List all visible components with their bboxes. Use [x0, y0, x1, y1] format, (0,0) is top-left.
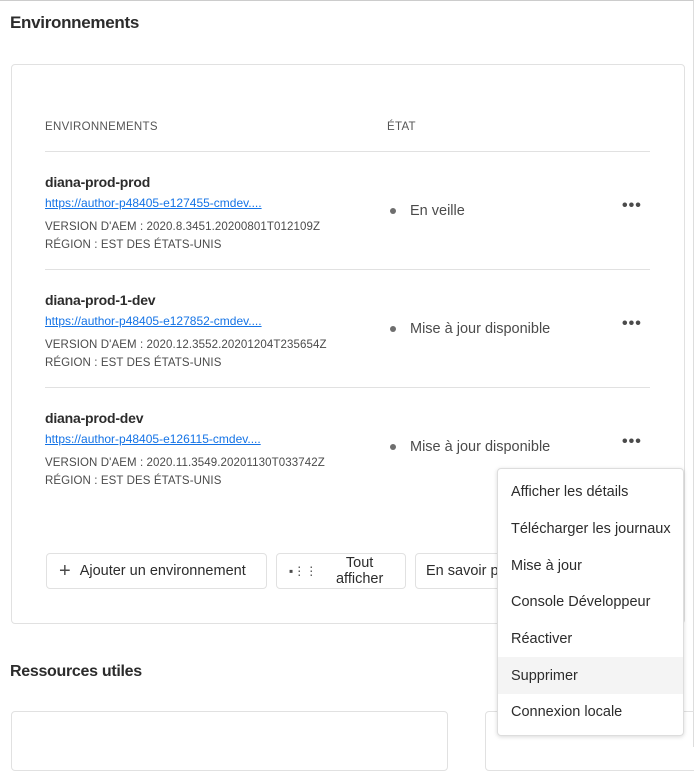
show-all-label: Tout afficher — [335, 555, 384, 587]
menu-item[interactable]: Supprimer — [498, 657, 683, 695]
status-dot-icon — [390, 208, 396, 214]
more-actions-icon[interactable]: ••• — [622, 315, 642, 333]
page-title: Environnements — [10, 13, 139, 32]
more-actions-icon[interactable]: ••• — [622, 433, 642, 451]
menu-item[interactable]: Télécharger les journaux — [498, 511, 683, 548]
aem-version: VERSION D'AEM : 2020.11.3549.20201130T03… — [45, 457, 325, 469]
plus-icon: + — [59, 559, 71, 582]
region: RÉGION : EST DES ÉTATS-UNIS — [45, 475, 222, 487]
region: RÉGION : EST DES ÉTATS-UNIS — [45, 357, 222, 369]
environment-url-link[interactable]: https://author-p48405-e127455-cmdev.... — [45, 196, 262, 210]
environment-name: diana-prod-prod — [45, 174, 151, 190]
menu-item[interactable]: Connexion locale — [498, 694, 683, 731]
environment-actions-menu: Afficher les détails Télécharger les jour… — [497, 468, 684, 736]
menu-item[interactable]: Afficher les détails — [498, 474, 683, 511]
status-label: Mise à jour disponible — [410, 439, 551, 455]
learn-more-label: En savoir p — [426, 563, 499, 579]
status-label: Mise à jour disponible — [410, 321, 551, 337]
column-header-environments: ENVIRONNEMENTS — [45, 121, 158, 133]
environment-row: diana-prod-prod https://author-p48405-e1… — [45, 151, 650, 269]
menu-item[interactable]: Console Développeur — [498, 584, 683, 621]
menu-item[interactable]: Mise à jour — [498, 547, 683, 584]
environment-url-link[interactable]: https://author-p48405-e127852-cmdev.... — [45, 314, 262, 328]
environment-row: diana-prod-1-dev https://author-p48405-e… — [45, 269, 650, 387]
menu-item[interactable]: Réactiver — [498, 621, 683, 658]
add-environment-label: Ajouter un environnement — [79, 563, 246, 579]
status-label: En veille — [410, 203, 465, 219]
add-environment-button[interactable]: + Ajouter un environnement — [46, 553, 267, 589]
status: En veille — [390, 203, 465, 219]
more-actions-icon[interactable]: ••• — [622, 197, 642, 215]
region: RÉGION : EST DES ÉTATS-UNIS — [45, 239, 222, 251]
status: Mise à jour disponible — [390, 439, 550, 455]
aem-version: VERSION D'AEM : 2020.12.3552.20201204T23… — [45, 339, 327, 351]
status: Mise à jour disponible — [390, 321, 550, 337]
resource-card — [11, 711, 448, 771]
environment-name: diana-prod-1-dev — [45, 292, 156, 308]
list-tree-icon: ▪⋮⋮ — [289, 564, 318, 578]
status-dot-icon — [390, 326, 396, 332]
resources-title: Ressources utiles — [10, 663, 142, 680]
environment-url-link[interactable]: https://author-p48405-e126115-cmdev.... — [45, 432, 261, 446]
aem-version: VERSION D'AEM : 2020.8.3451.20200801T012… — [45, 221, 321, 233]
status-dot-icon — [390, 444, 396, 450]
column-header-state: ÉTAT — [387, 121, 416, 133]
environment-name: diana-prod-dev — [45, 410, 144, 426]
show-all-button[interactable]: ▪⋮⋮ Tout afficher — [276, 553, 406, 589]
